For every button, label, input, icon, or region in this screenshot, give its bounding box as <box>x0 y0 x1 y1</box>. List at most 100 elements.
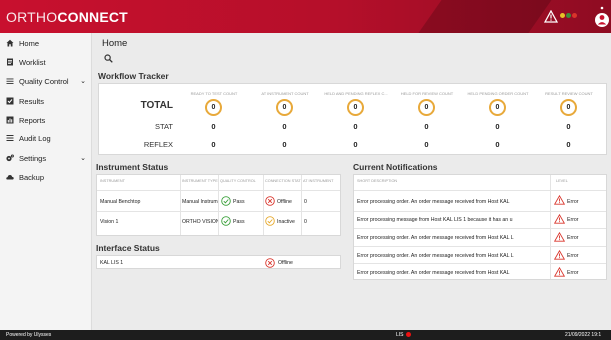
offline-x-icon <box>265 258 275 268</box>
powered-by-text: Powered by Ulysses <box>6 332 52 338</box>
connection-status: Offline <box>277 199 292 205</box>
sidebar-item-backup[interactable]: Backup <box>0 169 92 185</box>
notification-level: Error <box>567 235 579 241</box>
wf-total-held-for-review[interactable]: 0 <box>418 99 435 116</box>
wf-stat-result-review[interactable]: 0 <box>560 122 577 131</box>
user-icon[interactable] <box>594 4 610 30</box>
pass-check-icon <box>221 216 231 226</box>
error-warning-icon <box>554 267 565 277</box>
quality-control-status: Pass <box>233 199 245 205</box>
main-content: Home Workflow Tracker READY TO TEST COUN… <box>92 33 611 330</box>
logo-bold: CONNECT <box>57 9 128 25</box>
current-notifications-title: Current Notifications <box>353 162 438 172</box>
at-instrument-count: 0 <box>304 219 307 225</box>
col-header-instrument[interactable]: INSTRUMENT <box>100 179 125 183</box>
wf-total-result-review[interactable]: 0 <box>560 99 577 116</box>
col-header-connection-stat[interactable]: CONNECTION STAT <box>265 179 301 183</box>
sidebar-item-worklist[interactable]: Worklist <box>0 54 92 70</box>
wf-total-held-pending-reflex[interactable]: 0 <box>347 99 364 116</box>
inactive-check-icon <box>265 216 275 226</box>
wf-row-label-reflex: REFLEX <box>143 140 173 149</box>
interface-status-value: Offline <box>278 260 293 266</box>
sliders-icon <box>6 78 14 84</box>
wf-col-result-review[interactable]: RESULT REVIEW COUNT <box>534 91 604 96</box>
wf-col-held-pending-order[interactable]: HELD PENDING ORDER COUNT <box>463 91 533 96</box>
wf-reflex-result-review[interactable]: 0 <box>560 140 577 149</box>
wf-total-ready-to-test[interactable]: 0 <box>205 99 222 116</box>
interface-status-title: Interface Status <box>96 243 160 253</box>
col-header-at-instrument[interactable]: AT INSTRUMENT <box>303 179 333 183</box>
sidebar-item-label: Reports <box>19 115 46 125</box>
wf-stat-held-pending-order[interactable]: 0 <box>489 122 506 131</box>
wf-reflex-held-pending-reflex[interactable]: 0 <box>347 140 364 149</box>
error-warning-icon <box>554 232 565 242</box>
sidebar-item-results[interactable]: Results <box>0 93 92 109</box>
logo-thin: ORTHO <box>6 9 58 25</box>
wf-col-held-pending-reflex[interactable]: HELD AND PENDING REFLEX C... <box>321 91 391 96</box>
notification-description: Error processing message from Host KAL L… <box>357 217 513 223</box>
status-bar: Powered by Ulysses LIS 21/09/2022 19:1 <box>0 330 611 340</box>
sidebar-item-audit-log[interactable]: Audit Log <box>0 130 92 146</box>
wf-reflex-held-for-review[interactable]: 0 <box>418 140 435 149</box>
sidebar-item-quality-control[interactable]: Quality Control ⌄ <box>0 73 92 89</box>
notification-description: Error processing order. An order message… <box>357 199 510 205</box>
wf-col-held-for-review[interactable]: HELD FOR REVIEW COUNT <box>392 91 462 96</box>
chart-icon <box>6 116 14 124</box>
sidebar: Home Worklist Quality Control ⌄ Results … <box>0 33 92 330</box>
col-header-level[interactable]: LEVEL <box>556 179 568 183</box>
sidebar-item-label: Backup <box>19 172 45 182</box>
document-icon <box>7 58 13 66</box>
quality-control-status: Pass <box>233 219 245 225</box>
chevron-down-icon[interactable]: ⌄ <box>80 77 86 85</box>
lis-status-dot <box>405 332 411 337</box>
wf-total-at-instrument[interactable]: 0 <box>276 99 293 116</box>
alert-icon[interactable] <box>544 10 558 23</box>
status-dot-green <box>566 13 571 18</box>
gears-icon <box>6 154 14 162</box>
app-logo[interactable]: ORTHOCONNECT <box>6 9 128 25</box>
notification-description: Error processing order. An order message… <box>357 235 514 241</box>
sidebar-item-home[interactable]: Home <box>0 35 92 51</box>
error-warning-icon <box>554 250 565 260</box>
lis-status[interactable]: LIS <box>396 332 411 338</box>
wf-stat-held-for-review[interactable]: 0 <box>418 122 435 131</box>
pass-check-icon <box>221 196 231 206</box>
sidebar-item-label: Results <box>19 96 45 106</box>
offline-x-icon <box>265 196 275 206</box>
wf-total-held-pending-order[interactable]: 0 <box>489 99 506 116</box>
wf-stat-ready-to-test[interactable]: 0 <box>205 122 222 131</box>
wf-row-label-stat: STAT <box>154 122 173 131</box>
wf-col-ready-to-test[interactable]: READY TO TEST COUNT <box>179 91 249 96</box>
list-icon <box>6 135 14 141</box>
search-icon[interactable] <box>104 54 113 63</box>
wf-reflex-at-instrument[interactable]: 0 <box>276 140 293 149</box>
timestamp: 21/09/2022 19:1 <box>565 332 602 338</box>
sidebar-item-settings[interactable]: Settings ⌄ <box>0 150 92 166</box>
notification-level: Error <box>567 217 579 223</box>
connection-status: Inactive <box>277 219 295 225</box>
col-header-instrument-type[interactable]: INSTRUMENT TYPE <box>182 179 218 183</box>
status-dots[interactable] <box>560 13 577 18</box>
instrument-status-title: Instrument Status <box>96 162 169 172</box>
notification-level: Error <box>567 270 579 276</box>
status-dot-red <box>572 13 577 18</box>
notifications-table: SHORT DESCRIPTION LEVEL Error processing… <box>353 174 607 280</box>
col-header-short-description[interactable]: SHORT DESCRIPTION <box>357 179 397 183</box>
wf-reflex-held-pending-order[interactable]: 0 <box>489 140 506 149</box>
wf-stat-at-instrument[interactable]: 0 <box>276 122 293 131</box>
sidebar-item-label: Home <box>19 38 40 48</box>
wf-stat-held-pending-reflex[interactable]: 0 <box>347 122 364 131</box>
sidebar-item-label: Settings <box>19 153 47 163</box>
wf-col-at-instrument[interactable]: AT INSTRUMENT COUNT <box>250 91 320 96</box>
wf-reflex-ready-to-test[interactable]: 0 <box>205 140 222 149</box>
workflow-tracker-title: Workflow Tracker <box>98 71 169 81</box>
interface-status-table: KAL LIS 1 Offline <box>96 255 341 269</box>
sidebar-item-label: Quality Control <box>19 76 69 86</box>
sidebar-item-reports[interactable]: Reports <box>0 112 92 128</box>
page-title: Home <box>102 38 128 49</box>
col-header-quality-control[interactable]: QUALITY CONTROL <box>220 179 256 183</box>
lis-label: LIS <box>396 332 404 338</box>
sidebar-item-label: Audit Log <box>19 133 51 143</box>
chevron-down-icon[interactable]: ⌄ <box>80 154 86 162</box>
notification-description: Error processing order. An order message… <box>357 253 514 259</box>
